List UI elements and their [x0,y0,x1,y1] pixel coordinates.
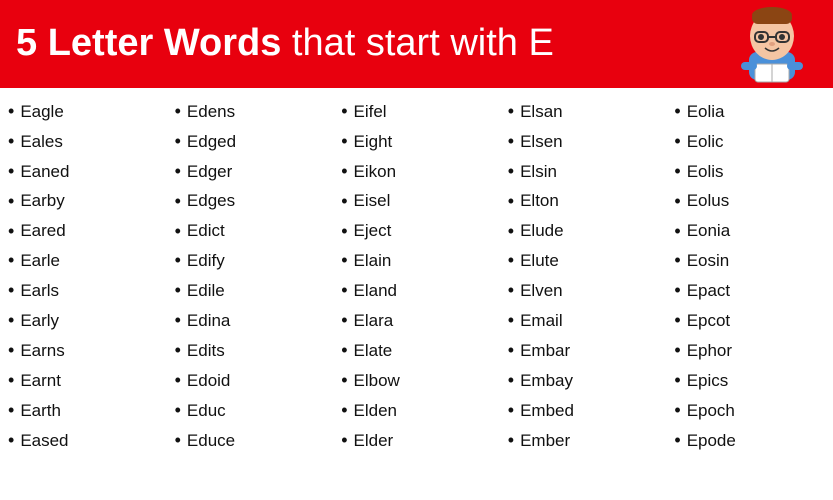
list-item: Eased [8,427,159,455]
list-item: Edges [175,188,326,216]
list-item: Eisel [341,188,492,216]
list-item: Earnt [8,367,159,395]
list-item: Edify [175,247,326,275]
word-column-2: EdensEdgedEdgerEdgesEdictEdifyEdileEdina… [167,98,334,500]
list-item: Earls [8,277,159,305]
list-item: Educ [175,397,326,425]
header-title: 5 Letter Words that start with E [16,23,554,65]
list-item: Epact [674,277,825,305]
list-item: Eolis [674,158,825,186]
list-item: Eonia [674,218,825,246]
title-bold-part: 5 Letter Words [16,22,281,64]
list-item: Earby [8,188,159,216]
list-item: Edens [175,98,326,126]
list-item: Epoch [674,397,825,425]
list-item: Elsin [508,158,659,186]
list-item: Edits [175,337,326,365]
list-item: Edile [175,277,326,305]
list-item: Embed [508,397,659,425]
list-item: Edged [175,128,326,156]
list-item: Elsen [508,128,659,156]
list-item: Eared [8,218,159,246]
list-item: Eolia [674,98,825,126]
list-item: Eolic [674,128,825,156]
list-item: Elude [508,218,659,246]
header: 5 Letter Words that start with E [0,0,833,88]
word-column-3: EifelEightEikonEiselEjectElainElandElara… [333,98,500,500]
list-item: Ephor [674,337,825,365]
list-item: Elbow [341,367,492,395]
list-item: Eales [8,128,159,156]
list-item: Edoid [175,367,326,395]
list-item: Elate [341,337,492,365]
list-item: Epode [674,427,825,455]
list-item: Eland [341,277,492,305]
list-item: Edina [175,307,326,335]
mascot [727,4,817,84]
list-item: Educe [175,427,326,455]
list-item: Edict [175,218,326,246]
word-column-4: ElsanElsenElsinEltonEludeEluteElvenEmail… [500,98,667,500]
list-item: Earle [8,247,159,275]
word-column-1: EagleEalesEanedEarbyEaredEarleEarlsEarly… [0,98,167,500]
list-item: Ember [508,427,659,455]
list-item: Elain [341,247,492,275]
list-item: Eifel [341,98,492,126]
list-item: Elara [341,307,492,335]
list-item: Epics [674,367,825,395]
list-item: Eagle [8,98,159,126]
list-item: Eject [341,218,492,246]
list-item: Eolus [674,188,825,216]
list-item: Earns [8,337,159,365]
list-item: Elton [508,188,659,216]
list-item: Elder [341,427,492,455]
list-item: Epcot [674,307,825,335]
word-column-5: EoliaEolicEolisEolusEoniaEosinEpactEpcot… [666,98,833,500]
list-item: Early [8,307,159,335]
list-item: Eosin [674,247,825,275]
title-normal-part: that start with E [281,22,553,64]
list-item: Earth [8,397,159,425]
list-item: Elute [508,247,659,275]
list-item: Eaned [8,158,159,186]
content-area: EagleEalesEanedEarbyEaredEarleEarlsEarly… [0,88,833,500]
list-item: Embay [508,367,659,395]
list-item: Elsan [508,98,659,126]
list-item: Embar [508,337,659,365]
list-item: Elven [508,277,659,305]
list-item: Edger [175,158,326,186]
list-item: Elden [341,397,492,425]
list-item: Eikon [341,158,492,186]
list-item: Email [508,307,659,335]
list-item: Eight [341,128,492,156]
